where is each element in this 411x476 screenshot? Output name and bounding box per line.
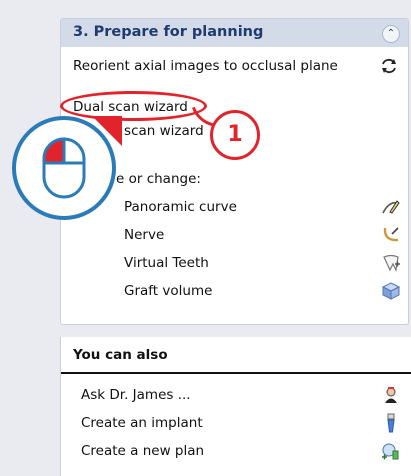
task-panel: 3. Prepare for planning ⌃ Reorient axial… xyxy=(0,0,411,476)
ask-dr-james-link[interactable]: Ask Dr. James ... xyxy=(81,387,191,403)
double-chevron-up-icon[interactable]: ⌃ xyxy=(382,25,400,43)
pen-curve-icon xyxy=(382,200,400,214)
section-header[interactable]: 3. Prepare for planning ⌃ xyxy=(61,19,408,47)
implant-icon xyxy=(387,413,395,433)
virtual-teeth-item[interactable]: Virtual Teeth xyxy=(124,255,209,271)
highlight-ellipse xyxy=(60,91,207,121)
cube-icon xyxy=(381,282,401,300)
step-number-badge: 1 xyxy=(210,110,260,160)
create-implant-link[interactable]: Create an implant xyxy=(81,415,203,431)
reorient-link[interactable]: Reorient axial images to occlusal plane xyxy=(73,58,338,74)
rotate-icon[interactable] xyxy=(379,56,399,76)
you-can-also-title: You can also xyxy=(73,347,168,363)
nerve-item[interactable]: Nerve xyxy=(124,227,164,243)
section-title: 3. Prepare for planning xyxy=(73,24,264,40)
tooth-add-icon xyxy=(383,254,400,272)
nerve-icon xyxy=(383,227,399,242)
doctor-icon xyxy=(385,387,397,403)
mouse-icon xyxy=(42,137,86,199)
create-change-label: e or change: xyxy=(116,171,201,187)
callout-red-corner xyxy=(92,116,122,146)
panoramic-curve-item[interactable]: Panoramic curve xyxy=(124,199,237,215)
create-new-plan-link[interactable]: Create a new plan xyxy=(81,443,204,459)
new-plan-icon xyxy=(382,443,399,460)
you-can-also-section: You can also Ask Dr. James ... Create an… xyxy=(60,337,411,476)
section-divider xyxy=(61,372,411,374)
second-scan-wizard-link[interactable]: l scan wizard xyxy=(116,123,204,139)
graft-volume-item[interactable]: Graft volume xyxy=(124,283,212,299)
